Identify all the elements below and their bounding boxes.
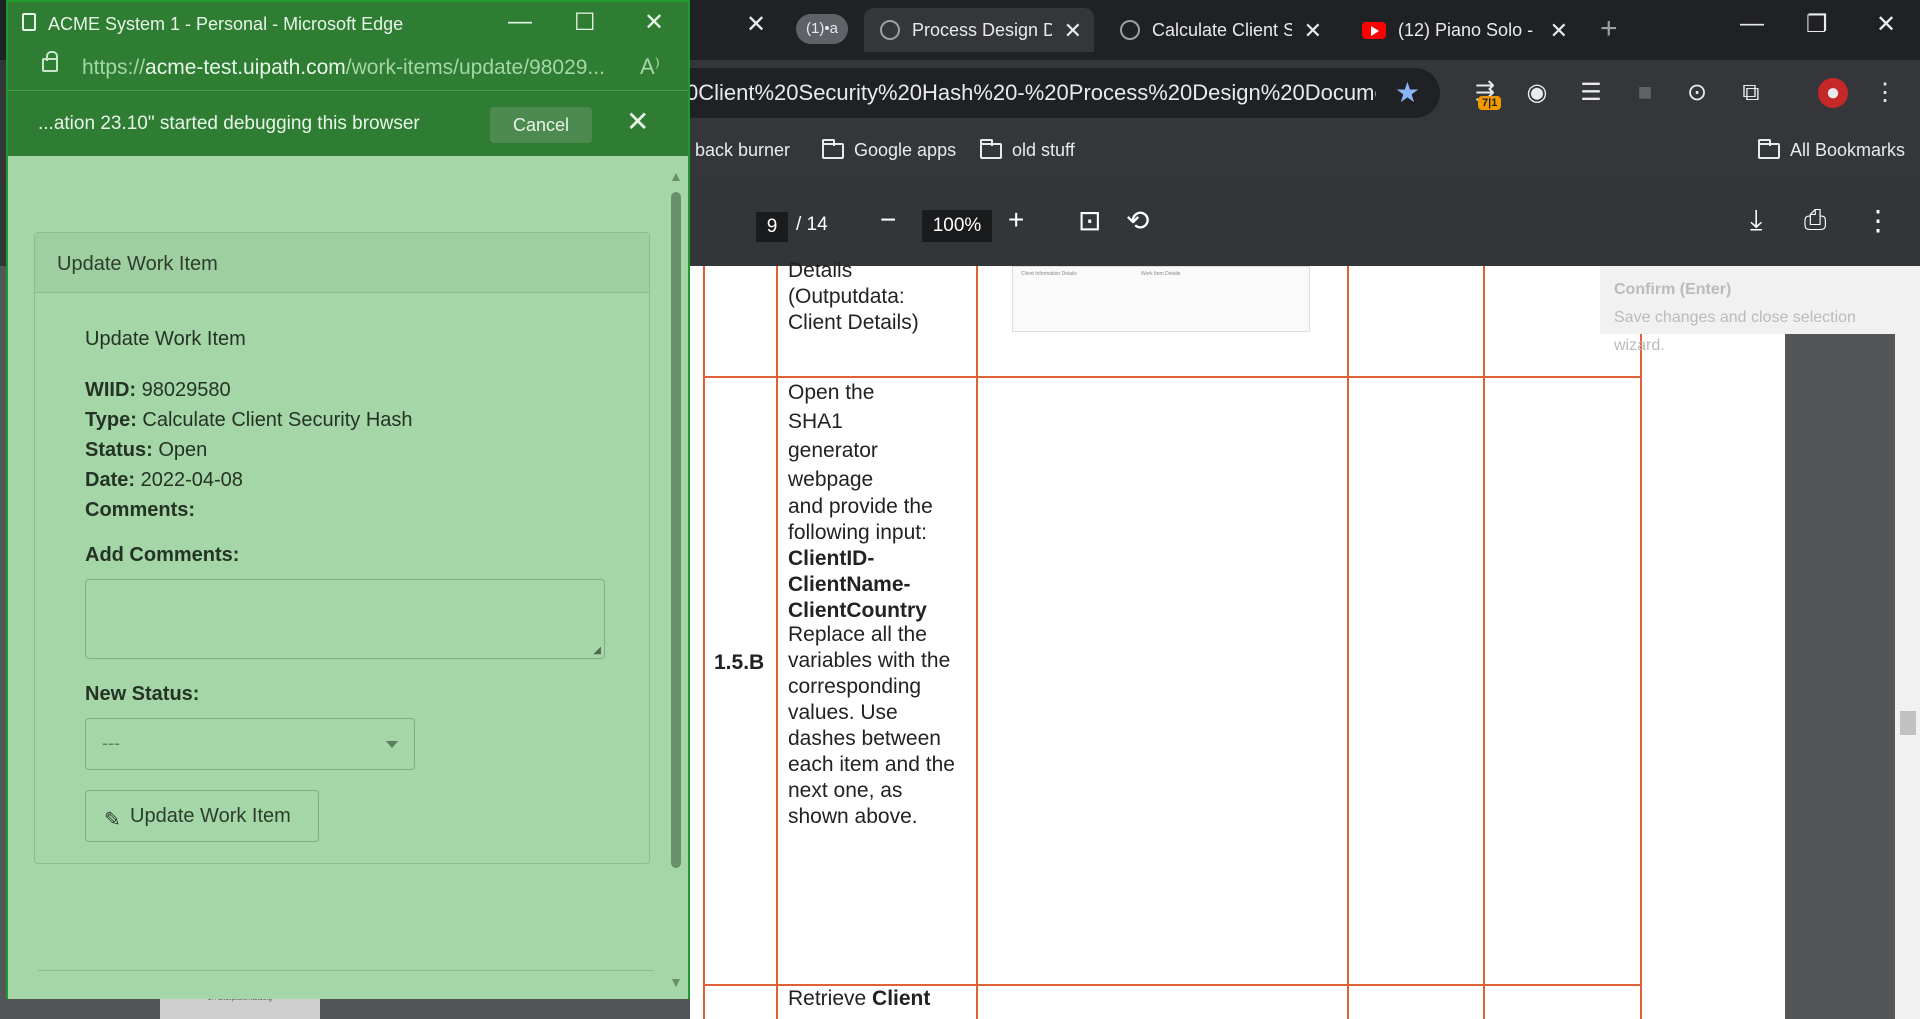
divider [38,970,654,971]
wiid-field: WIID: 98029580 [85,379,231,401]
add-comments-label: Add Comments: [85,544,240,566]
folder-icon [980,138,1002,159]
pencil-icon: ✎ [104,809,121,831]
page-number-input[interactable]: 9 [756,212,788,242]
tab-process-design[interactable]: Process Design Do ✕ [864,8,1094,52]
bookmark-all[interactable]: All Bookmarks [1758,138,1905,161]
table-line [776,266,778,1019]
bookmark-old-stuff[interactable]: old stuff [980,138,1075,161]
doc-row-text-3: Replace all the variables with the corre… [788,623,955,828]
zoom-input[interactable]: 100% [922,210,992,242]
table-line [976,266,978,1019]
close-icon[interactable]: ✕ [1550,18,1568,44]
globe-icon [1120,20,1140,40]
lock-icon[interactable] [42,51,58,72]
debug-message: ...ation 23.10" started debugging this b… [38,113,420,134]
restore-icon[interactable]: ❐ [1806,10,1828,39]
bookmark-star-icon[interactable]: ★ [1395,76,1420,109]
extension-badge: 7|1 [1478,96,1502,110]
edge-url[interactable]: https://acme-test.uipath.com/work-items/… [82,56,622,80]
doc-row-text-2: and provide the following input: [788,495,933,544]
close-window-icon[interactable]: ✕ [1876,10,1896,39]
bookmark-back-burner[interactable]: back burner [695,140,790,161]
tab-pill[interactable]: (1)•a [796,14,848,44]
card-header: Update Work Item [35,233,649,293]
extension-gray-icon[interactable]: ■ [1630,78,1660,108]
tab-piano-solo[interactable]: (12) Piano Solo - C ✕ [1346,8,1580,52]
close-icon[interactable]: ✕ [1304,18,1322,44]
confirm-tooltip: Confirm (Enter) Save changes and close s… [1600,266,1905,354]
chevron-down-icon [386,741,398,748]
extensions-puzzle-icon[interactable]: ⧉ [1736,78,1766,108]
edge-window-title: ACME System 1 - Personal - Microsoft Edg… [48,14,404,34]
scrollbar-thumb[interactable] [1900,711,1916,735]
doc-row-text-1: Open the SHA1 generator webpage [788,381,878,491]
close-icon[interactable]: ✕ [746,10,766,39]
close-icon[interactable]: ✕ [644,8,664,37]
rotate-icon[interactable]: ⟲ [1126,204,1149,237]
table-line [703,266,705,1019]
folder-icon [822,138,844,159]
zoom-out-icon[interactable]: − [880,204,896,236]
edge-title-bar: ACME System 1 - Personal - Microsoft Edg… [8,2,688,46]
comments-textarea[interactable]: ◢ [85,579,605,659]
new-tab-button[interactable]: + [1600,12,1618,46]
bookmark-google-apps[interactable]: Google apps [822,138,956,161]
tab-calculate-client[interactable]: Calculate Client Se ✕ [1104,8,1334,52]
cancel-debug-button[interactable]: Cancel [490,107,592,143]
download-icon[interactable]: ⤓ [1750,204,1762,237]
scrollbar-thumb[interactable] [671,192,681,868]
doc-next-row-text: Retrieve Client [788,987,931,1010]
table-line [1347,266,1349,1019]
address-url[interactable]: 0Client%20Security%20Hash%20-%20Process%… [686,80,1376,106]
folder-icon [1758,138,1780,159]
minimize-icon[interactable]: — [508,8,532,36]
status-field: Status: Open [85,439,208,461]
table-line [1640,266,1642,1019]
page-title: Update Work Item [85,328,246,350]
read-aloud-icon[interactable]: A⁾ [640,54,660,80]
edge-address-bar[interactable]: https://acme-test.uipath.com/work-items/… [8,46,688,90]
profile-avatar[interactable]: ● [1818,78,1848,108]
youtube-icon [1362,21,1386,39]
zoom-in-icon[interactable]: + [1008,204,1024,236]
scroll-down-icon[interactable]: ▼ [669,974,683,990]
more-icon[interactable]: ⋮ [1864,204,1892,237]
pdf-scrollbar[interactable] [1895,266,1920,1019]
chrome-menu-icon[interactable]: ⋮ [1870,78,1900,108]
page-total: / 14 [796,214,828,235]
extension-list-icon[interactable]: ☰ [1576,78,1606,108]
resize-grip-icon[interactable]: ◢ [593,645,601,656]
new-status-label: New Status: [85,683,200,705]
doc-screenshot-thumbnail: Client Information Details Work Item Det… [1012,266,1310,332]
table-line [1483,266,1485,1019]
type-field: Type: Calculate Client Security Hash [85,409,413,431]
date-field: Date: 2022-04-08 [85,469,243,491]
extension-incognito-icon[interactable]: ⊙ [1682,78,1712,108]
edge-window: ACME System 1 - Personal - Microsoft Edg… [6,0,690,999]
comments-field: Comments: [85,499,196,521]
page-scrollbar[interactable]: ▲ ▼ [668,168,684,992]
doc-row-text-bold: ClientID- ClientName- ClientCountry [788,547,927,622]
globe-icon [880,20,900,40]
doc-prev-row-text: Details (Outputdata: Client Details) [788,259,919,334]
debug-infobar: ...ation 23.10" started debugging this b… [8,90,688,156]
close-icon[interactable]: ✕ [626,105,649,138]
address-bar[interactable]: 0Client%20Security%20Hash%20-%20Process%… [560,68,1440,118]
minimize-icon[interactable]: — [1740,10,1764,38]
page-icon [22,13,36,31]
update-work-item-button[interactable]: ✎ Update Work Item [85,790,319,842]
print-icon[interactable]: ⎙ [1804,204,1826,237]
close-icon[interactable]: ✕ [1064,18,1082,44]
maximize-icon[interactable]: ☐ [574,8,596,37]
extension-glasses-icon[interactable]: ◉ [1522,78,1552,108]
fit-page-icon[interactable]: ⊡ [1078,204,1101,237]
new-status-select[interactable]: --- [85,718,415,770]
scroll-up-icon[interactable]: ▲ [669,168,683,184]
doc-row-id: 1.5.B [714,651,765,674]
